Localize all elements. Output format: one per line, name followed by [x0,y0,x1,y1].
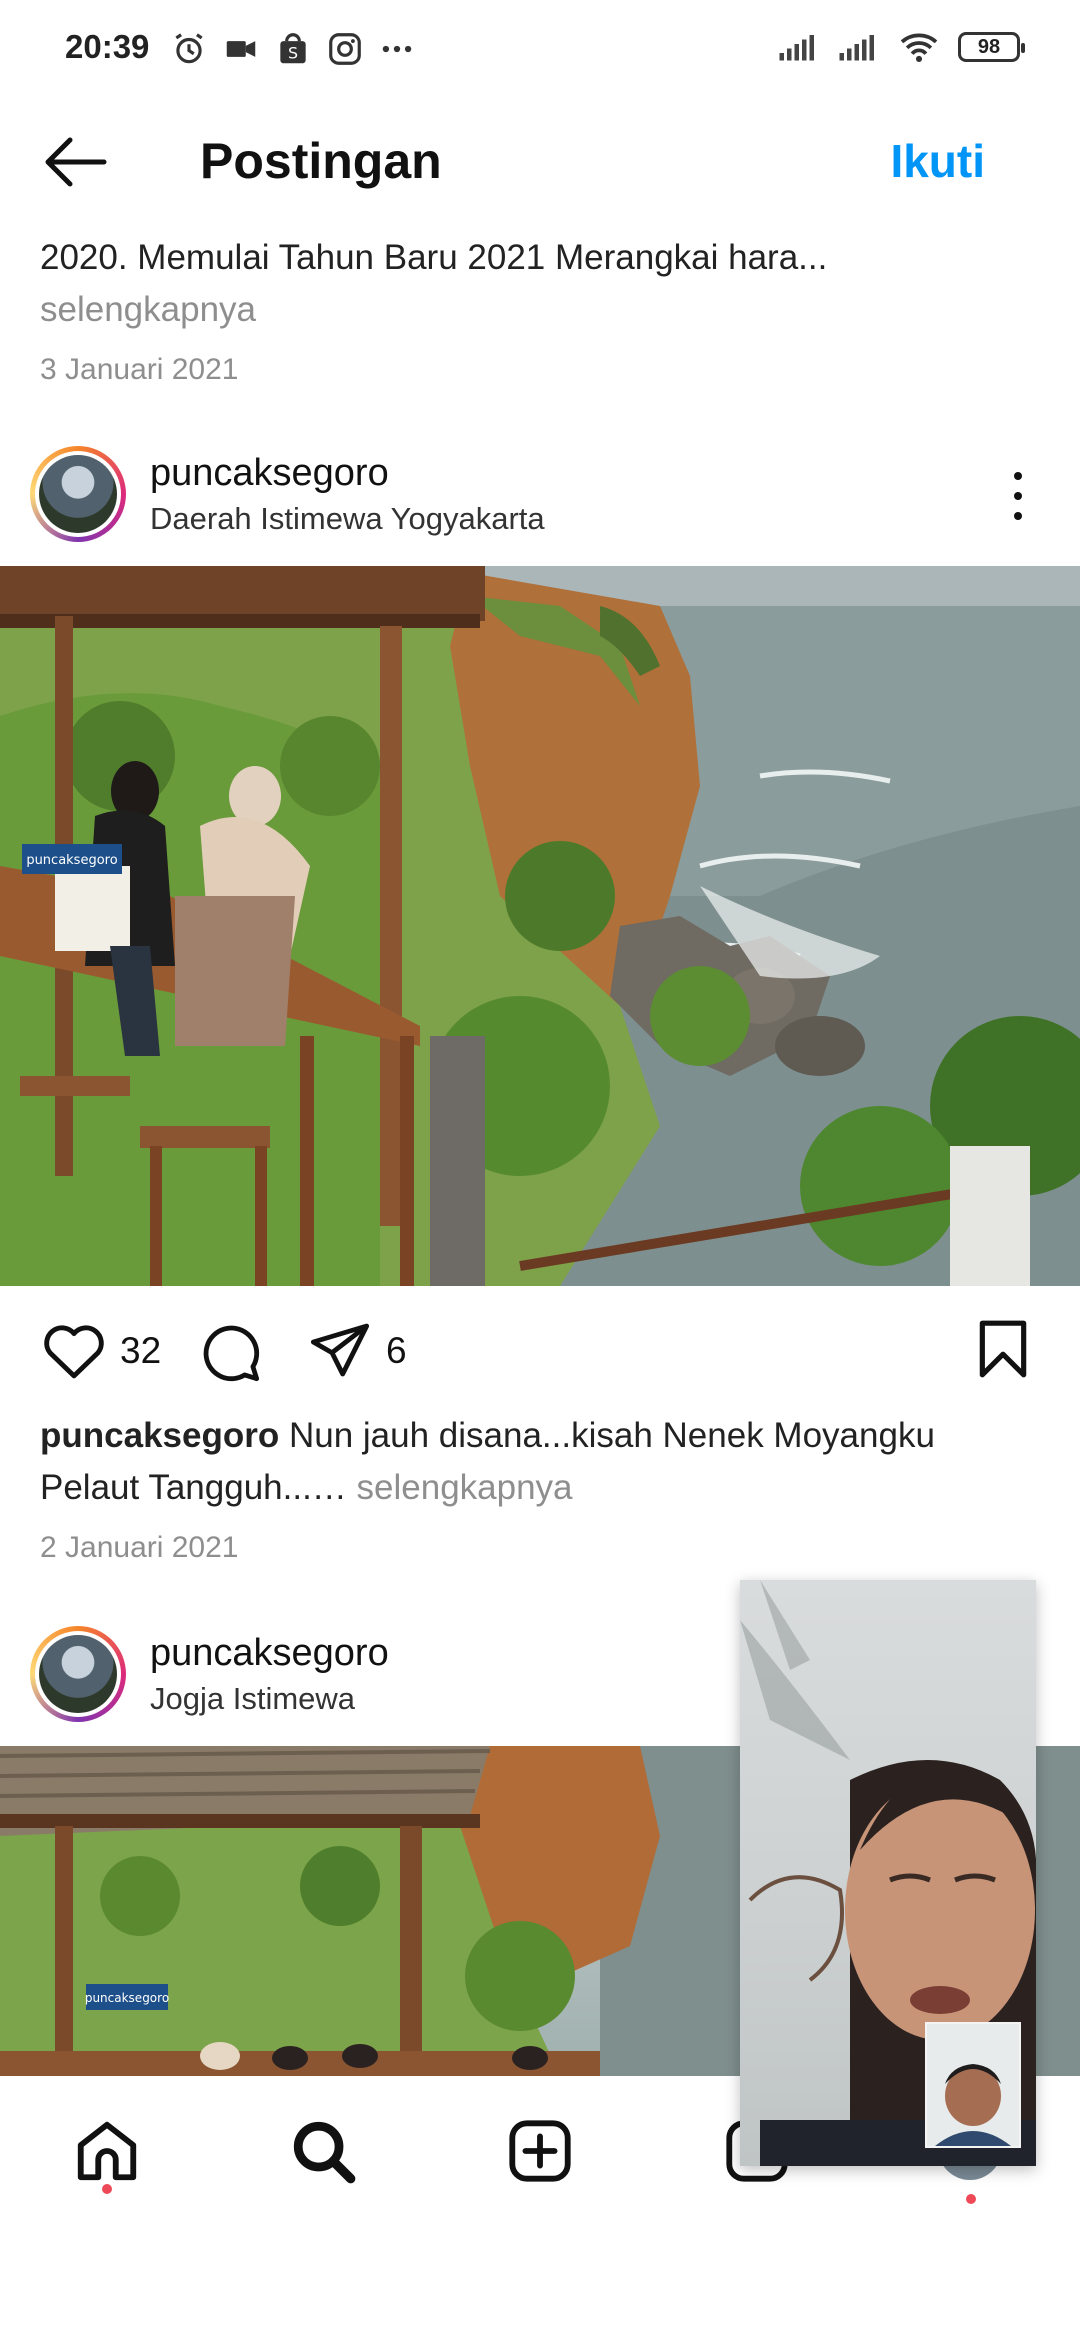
self-view-thumbnail[interactable] [925,2022,1021,2148]
avatar [39,455,117,533]
post-location[interactable]: Jogja Istimewa [150,1681,389,1717]
post-date: 3 Januari 2021 [40,353,239,386]
more-options-icon[interactable] [1008,466,1028,526]
battery-icon: 98 [958,32,1025,62]
share-count: 6 [386,1330,407,1371]
post-actions: 32 6 [0,1310,1080,1390]
post-caption: puncaksegoro Nun jauh disana...kisah Nen… [40,1410,1040,1574]
status-icons-right: 98 [778,30,1025,64]
like-count[interactable]: 32 [120,1330,161,1372]
wifi-icon [900,33,938,62]
instagram-icon [329,33,361,65]
post-author: puncaksegoro Daerah Istimewa Yogyakarta [150,452,545,537]
back-arrow-icon[interactable] [40,132,110,192]
page-title: Postingan [200,133,442,189]
status-bar: 20:39 S 98 [0,0,1080,100]
avatar-frame [35,1631,121,1717]
signal-icon [779,35,814,61]
follow-button[interactable]: Ikuti [890,134,985,188]
post-location[interactable]: Daerah Istimewa Yogyakarta [150,501,545,537]
post-username[interactable]: puncaksegoro [150,452,545,495]
story-ring [30,446,126,542]
post-photo[interactable]: puncaksegoro [0,566,1080,1286]
home-icon[interactable] [72,2116,142,2186]
profile-notification-dot [966,2194,976,2204]
status-icons-left: S [170,30,416,68]
post-avatar[interactable] [30,446,126,542]
post-username[interactable]: puncaksegoro [150,1632,389,1675]
heart-icon[interactable] [40,1320,108,1380]
avatar-frame [35,451,121,537]
photo-sign-text: puncaksegoro [85,1991,169,2005]
share-icon[interactable] [308,1320,372,1380]
post-avatar[interactable] [30,1626,126,1722]
avatar [39,1635,117,1713]
caption-text: 2020. Memulai Tahun Baru 2021 Merangkai … [40,238,828,277]
comment-icon[interactable] [198,1320,262,1384]
alarm-icon [175,33,203,64]
bookmark-icon[interactable] [976,1318,1030,1380]
photo-sign-text: puncaksegoro [26,853,117,868]
caption-paragraph: puncaksegoro Nun jauh disana...kisah Nen… [40,1410,1040,1514]
caption-username[interactable]: puncaksegoro [40,1416,279,1455]
battery-level: 98 [977,35,1001,58]
story-ring [30,1626,126,1722]
see-more-link[interactable]: selengkapnya [347,1468,573,1507]
previous-post-caption: 2020. Memulai Tahun Baru 2021 Merangkai … [40,232,1040,396]
video-icon [226,41,256,57]
home-notification-dot [102,2184,112,2194]
post-date: 2 Januari 2021 [40,1531,239,1564]
svg-text:S: S [288,44,298,63]
photo-illustration: puncaksegoro [0,566,1080,1286]
top-header: Postingan Ikuti [0,110,1080,210]
shopee-icon: S [280,33,306,64]
status-time: 20:39 [65,28,150,65]
new-post-icon[interactable] [505,2116,575,2186]
more-dots-icon [382,45,412,53]
signal-icon [839,35,874,61]
search-icon[interactable] [288,2116,358,2186]
self-view-feed [927,2024,1019,2146]
see-more-link[interactable]: selengkapnya [40,284,1040,336]
post-author: puncaksegoro Jogja Istimewa [150,1632,389,1717]
